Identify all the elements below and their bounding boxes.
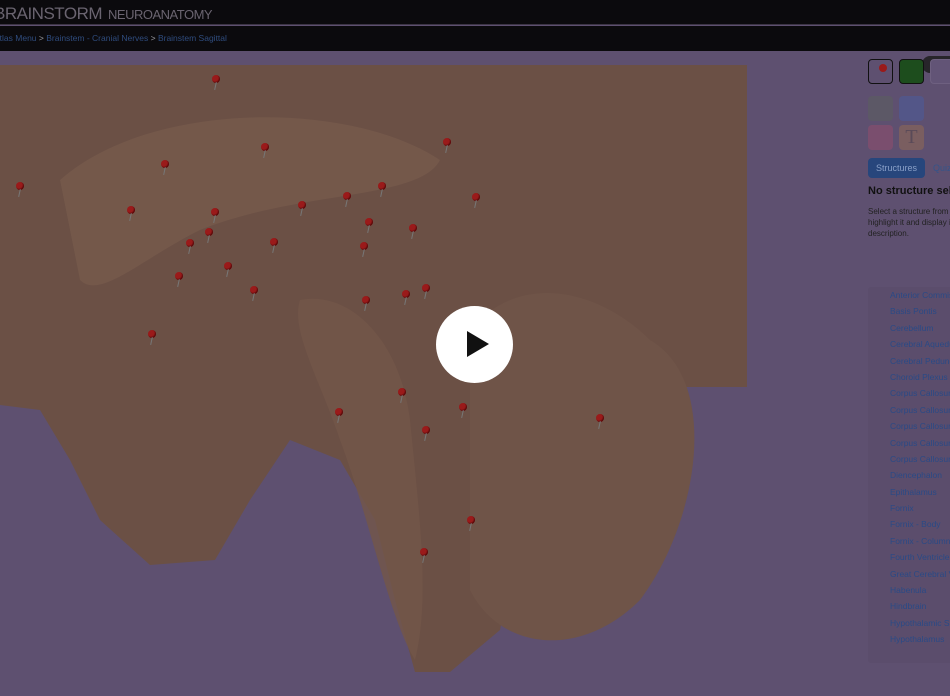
structure-pin-icon[interactable] [420,548,428,556]
structure-list-item[interactable]: Cerebral Peduncle [868,353,950,369]
structure-list-item[interactable]: Fornix - Column [868,533,950,549]
structure-pin-icon[interactable] [127,206,135,214]
structure-list-item[interactable]: Corpus Callosum [868,385,950,401]
structure-pin-icon[interactable] [343,192,351,200]
structure-pin-icon[interactable] [459,403,467,411]
structure-pin-icon[interactable] [360,242,368,250]
structure-pin-icon[interactable] [472,193,480,201]
breadcrumb-sep: > [148,33,158,43]
breadcrumb-bar: Atlas Menu > Brainstem - Cranial Nerves … [0,26,950,73]
structure-pin-icon[interactable] [398,388,406,396]
structure-pin-icon[interactable] [596,414,604,422]
structure-pin-icon[interactable] [335,408,343,416]
structure-pin-icon[interactable] [409,224,417,232]
selection-title: No structure selected [868,185,950,197]
structure-list-item[interactable]: Choroid Plexus [868,369,950,385]
breadcrumb-sep: > [36,33,47,43]
brand-subtitle: NEUROANATOMY [108,7,213,22]
structure-pin-icon[interactable] [148,330,156,338]
tab-quiz[interactable]: Quiz [933,163,950,173]
brain-view-red-icon[interactable] [868,125,893,150]
structure-pin-icon[interactable] [443,138,451,146]
structure-list-item[interactable]: Great Cerebral Vein [868,566,950,582]
structure-list-item[interactable]: Corpus Callosum [868,402,950,418]
structure-list-item[interactable]: Anterior Commissure [868,287,950,303]
top-bar: BRAINSTORM NEUROANATOMY [0,0,950,25]
brain-view-blue-icon[interactable] [899,96,924,121]
structure-list-item[interactable]: Fornix [868,500,950,516]
structure-list[interactable]: Anterior CommissureBasis PontisCerebellu… [868,287,950,663]
structure-list-item[interactable]: Epithalamus [868,484,950,500]
brand-logo[interactable]: BRAINSTORM NEUROANATOMY [0,4,213,24]
play-button[interactable] [436,306,513,383]
structure-pin-icon[interactable] [422,426,430,434]
structure-list-item[interactable]: Corpus Callosum [868,451,950,467]
structure-list-item[interactable]: Habenula [868,582,950,598]
selection-help-text: Select a structure from the list to high… [868,207,950,238]
breadcrumb-atlas-menu[interactable]: Atlas Menu [0,33,37,43]
structure-list-item[interactable]: Hypothalamic Sulcus [868,615,950,631]
structure-list-item[interactable]: Diencephalon [868,467,950,483]
structure-pin-icon[interactable] [161,160,169,168]
structure-list-item[interactable]: Corpus Callosum [868,418,950,434]
brain-view-green-icon[interactable] [868,96,893,121]
pin-tool-icon[interactable] [868,59,893,84]
structure-list-item[interactable]: Fourth Ventricle [868,549,950,565]
breadcrumb-brainstem-sagittal[interactable]: Brainstem Sagittal [158,33,227,43]
structure-pin-icon[interactable] [211,208,219,216]
text-tool-icon[interactable]: T [899,125,924,150]
structure-pin-icon[interactable] [205,228,213,236]
structure-list-item[interactable]: Hindbrain [868,598,950,614]
structure-list-item[interactable]: Cerebellum [868,320,950,336]
brain-region-tool-icon[interactable] [899,59,924,84]
brain-sagittal-image[interactable] [0,65,760,685]
brain-outline-tool-icon[interactable] [930,59,950,84]
brand-name: BRAINSTORM [0,4,103,23]
structure-pin-icon[interactable] [422,284,430,292]
structure-pin-icon[interactable] [270,238,278,246]
structure-pin-icon[interactable] [16,182,24,190]
structure-pin-icon[interactable] [212,75,220,83]
structure-pin-icon[interactable] [362,296,370,304]
structure-pin-icon[interactable] [175,272,183,280]
structure-pin-icon[interactable] [261,143,269,151]
structure-pin-icon[interactable] [365,218,373,226]
structure-pin-icon[interactable] [250,286,258,294]
structure-pin-icon[interactable] [186,239,194,247]
tab-structures[interactable]: Structures [868,158,925,178]
structure-pin-icon[interactable] [224,262,232,270]
structure-pin-icon[interactable] [467,516,475,524]
structure-list-item[interactable]: Basis Pontis [868,303,950,319]
structure-pin-icon[interactable] [378,182,386,190]
breadcrumb-brainstem-cranial-nerves[interactable]: Brainstem - Cranial Nerves [46,33,148,43]
structure-list-item[interactable]: Fornix - Body [868,516,950,532]
breadcrumb: Atlas Menu > Brainstem - Cranial Nerves … [0,33,227,43]
structure-pin-icon[interactable] [402,290,410,298]
structure-list-item[interactable]: Hypothalamus [868,631,950,647]
structure-list-item[interactable]: Corpus Callosum [868,435,950,451]
structure-pin-icon[interactable] [298,201,306,209]
structure-list-item[interactable]: Cerebral Aqueduct [868,336,950,352]
